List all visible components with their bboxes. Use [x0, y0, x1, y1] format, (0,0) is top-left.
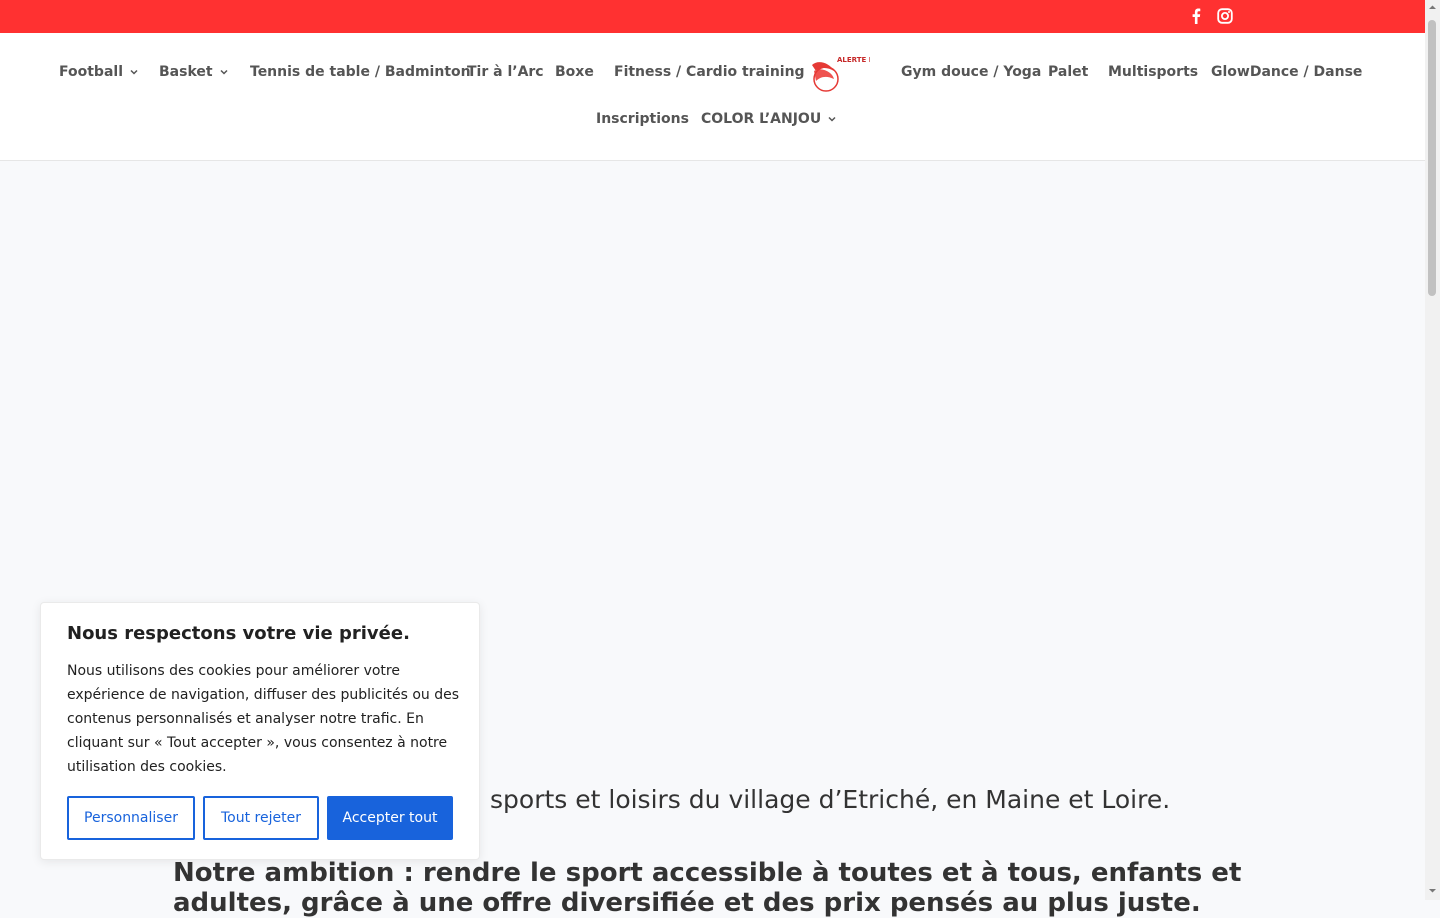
facebook-icon[interactable] [1186, 6, 1206, 26]
nav-item-label: Basket [159, 64, 213, 80]
instagram-icon[interactable] [1215, 6, 1235, 26]
nav-item-basket[interactable]: Basket [159, 64, 229, 80]
nav-item-label: GlowDance / Danse [1211, 64, 1363, 80]
nav-item-label: Palet [1048, 64, 1089, 80]
nav-item-tir-arc[interactable]: Tir à l’Arc [467, 64, 544, 80]
nav-item-boxe[interactable]: Boxe [555, 64, 594, 80]
nav-item-inscriptions[interactable]: Inscriptions [596, 111, 689, 127]
reject-all-button[interactable]: Tout rejeter [203, 796, 319, 840]
nav-item-label: Inscriptions [596, 111, 689, 127]
chevron-down-icon [220, 69, 228, 75]
nav-item-color-anjou[interactable]: COLOR L’ANJOU [701, 111, 837, 127]
nav-item-label: Boxe [555, 64, 594, 80]
nav-item-multisports[interactable]: Multisports [1108, 64, 1198, 80]
scrollbar-thumb[interactable] [1428, 20, 1436, 296]
chevron-down-icon [130, 69, 138, 75]
ambition-heading: Notre ambition : rendre le sport accessi… [173, 858, 1242, 918]
intro-text: sports et loisirs du village d’Etriché, … [490, 785, 1171, 814]
nav-item-label: Football [59, 64, 123, 80]
scroll-up-icon[interactable] [1428, 3, 1437, 12]
nav-item-label: Tir à l’Arc [467, 64, 544, 80]
accept-all-button[interactable]: Accepter tout [327, 796, 453, 840]
logo-text: ALERTE ETRICHE [837, 56, 870, 64]
nav-item-label: Gym douce / Yoga [901, 64, 1042, 80]
page-scrollbar[interactable] [1425, 0, 1440, 900]
cookie-description: Nous utilisons des cookies pour améliore… [67, 663, 459, 775]
nav-item-glowdance[interactable]: GlowDance / Danse [1211, 64, 1362, 80]
customize-button[interactable]: Personnaliser [67, 796, 195, 840]
nav-item-football[interactable]: Football [59, 64, 139, 80]
top-bar [0, 0, 1425, 33]
nav-item-fitness[interactable]: Fitness / Cardio training [614, 64, 805, 80]
nav-item-label: COLOR L’ANJOU [701, 111, 822, 127]
nav-item-tennis-badminton[interactable]: Tennis de table / Badminton [250, 64, 471, 80]
chevron-down-icon [828, 116, 836, 122]
cookie-title: Nous respectons votre vie privée. [67, 623, 410, 644]
site-logo[interactable]: ALERTE ETRICHE [804, 53, 902, 95]
nav-item-gym-yoga[interactable]: Gym douce / Yoga [901, 64, 1041, 80]
cookie-consent-banner: Nous respectons votre vie privée. Nous u… [40, 602, 480, 860]
nav-item-label: Fitness / Cardio training [614, 64, 805, 80]
scroll-down-icon[interactable] [1428, 886, 1437, 895]
site-header: Football Basket Tennis de table / Badmin… [0, 33, 1425, 161]
nav-item-label: Multisports [1108, 64, 1199, 80]
nav-item-label: Tennis de table / Badminton [250, 64, 471, 80]
nav-item-palet[interactable]: Palet [1048, 64, 1088, 80]
